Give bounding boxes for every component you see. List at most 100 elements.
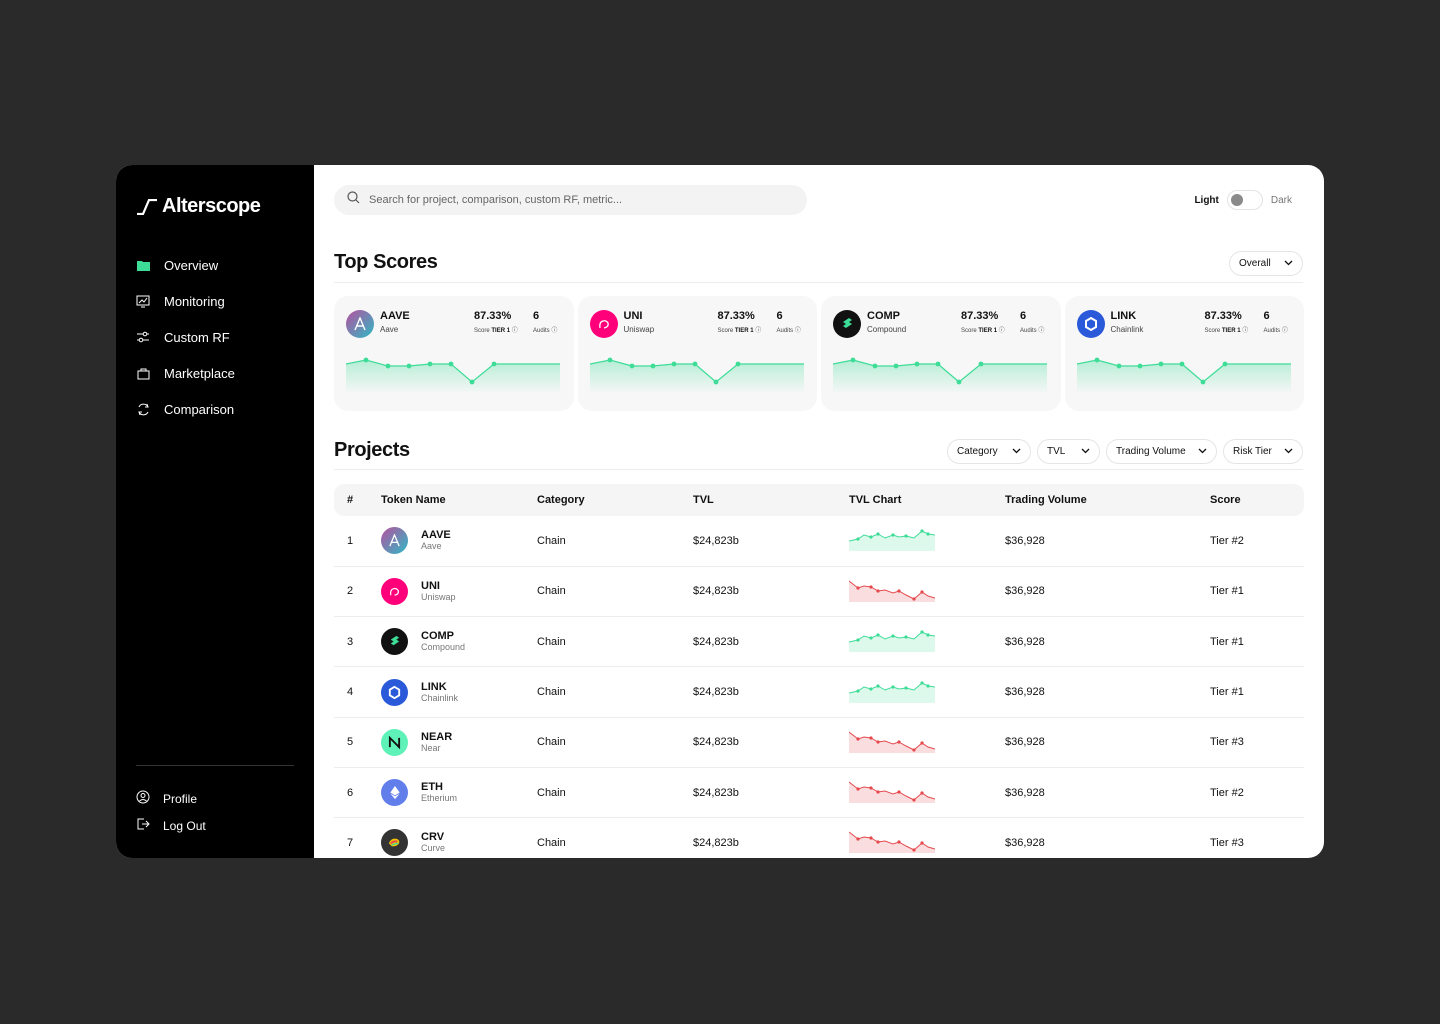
column-header-score[interactable]: Score xyxy=(1210,484,1304,516)
row-category: Chain xyxy=(537,717,693,768)
sidebar-item-label: Custom RF xyxy=(164,329,230,345)
search-icon xyxy=(347,191,360,209)
aave-icon xyxy=(346,310,374,338)
card-symbol: LINK xyxy=(1110,310,1137,322)
score-sparkline xyxy=(589,357,804,394)
column-header-tvl[interactable]: TVL xyxy=(693,484,849,516)
table-row[interactable]: 3 COMP Compound Chain $24,823b $36,928 Ti… xyxy=(334,616,1304,668)
tvl-sparkline-down xyxy=(848,832,936,854)
table-row[interactable]: 6 ETH Etherium Chain $24,823b $36,928 Tie… xyxy=(334,767,1304,819)
overall-dropdown[interactable]: Overall xyxy=(1229,251,1303,276)
column-header-category[interactable]: Category xyxy=(537,484,693,516)
dropdown-label: TVL xyxy=(1047,446,1066,457)
table-row[interactable]: 7 CRV Curve Chain $24,823b $36,928 Tier #… xyxy=(334,817,1304,858)
user-icon xyxy=(136,790,150,807)
sidebar-nav: Overview Monitoring Custom RF Marketplac… xyxy=(136,247,296,427)
tvl-sparkline-down xyxy=(848,781,936,804)
sidebar-item-marketplace[interactable]: Marketplace xyxy=(136,355,296,391)
column-header-rank[interactable]: # xyxy=(334,484,381,516)
row-score: Tier #1 xyxy=(1210,666,1304,718)
comp-icon xyxy=(381,628,408,656)
row-score: Tier #2 xyxy=(1210,767,1304,819)
crv-icon xyxy=(381,829,408,857)
score-sparkline xyxy=(833,357,1047,394)
filter-risk-tier[interactable]: Risk Tier xyxy=(1223,439,1303,464)
token-symbol: AAVE xyxy=(421,529,451,542)
sidebar-item-comparison[interactable]: Comparison xyxy=(136,391,296,427)
column-header-token-name[interactable]: Token Name xyxy=(381,484,537,516)
score-card[interactable]: LINK Chainlink 87.33% Score TIER 1 ⓘ 6 A… xyxy=(1064,296,1304,411)
row-score: Tier #1 xyxy=(1210,566,1304,618)
score-card[interactable]: AAVE Aave 87.33% Score TIER 1 ⓘ 6 Audits… xyxy=(334,296,574,411)
section-divider xyxy=(334,469,1303,470)
score-sparkline xyxy=(346,357,560,394)
row-score: Tier #2 xyxy=(1210,516,1304,567)
chevron-down-icon xyxy=(1284,258,1293,269)
sidebar-item-monitoring[interactable]: Monitoring xyxy=(136,283,296,319)
table-row[interactable]: 5 NEAR Near Chain $24,823b $36,928 Tier #… xyxy=(334,717,1304,768)
table-row[interactable]: 4 LINK Chainlink Chain $24,823b $36,928 T… xyxy=(334,666,1304,718)
brand-logo[interactable]: Alterscope xyxy=(136,195,261,218)
card-audits-label: Audits ⓘ xyxy=(1020,328,1045,334)
section-divider xyxy=(334,282,1303,283)
tvl-sparkline-down xyxy=(848,580,936,602)
score-sparkline xyxy=(1076,357,1291,394)
card-symbol: COMP xyxy=(867,310,900,322)
row-rank: 5 xyxy=(334,717,381,768)
row-rank: 6 xyxy=(334,767,381,819)
sidebar-item-label: Profile xyxy=(163,791,198,806)
row-tvl: $24,823b xyxy=(693,666,849,718)
column-header-trading-volume[interactable]: Trading Volume xyxy=(1005,484,1210,516)
sidebar-item-profile[interactable]: Profile xyxy=(136,785,206,812)
sidebar-item-logout[interactable]: Log Out xyxy=(136,812,206,839)
search-bar[interactable] xyxy=(334,185,807,215)
card-audits-label: Audits ⓘ xyxy=(1263,328,1288,334)
token-name-cell: CRV Curve xyxy=(381,829,537,857)
token-name: Near xyxy=(421,742,441,753)
tvl-sparkline-up xyxy=(848,529,936,552)
sidebar-bottom-nav: Profile Log Out xyxy=(136,785,206,839)
card-audits: 6 xyxy=(1020,310,1027,322)
row-volume: $36,928 xyxy=(1005,616,1210,668)
table-row[interactable]: 1 AAVE Aave Chain $24,823b $36,928 Tier #… xyxy=(334,516,1304,567)
token-name-cell: AAVE Aave xyxy=(381,527,537,555)
theme-toggle[interactable] xyxy=(1226,190,1263,210)
top-scores-title: Top Scores xyxy=(334,251,438,273)
theme-switcher: Light Dark xyxy=(1194,190,1292,210)
score-card[interactable]: UNI Uniswap 87.33% Score TIER 1 ⓘ 6 Audi… xyxy=(577,296,817,411)
token-name-cell: UNI Uniswap xyxy=(381,577,537,605)
folder-icon xyxy=(136,258,150,272)
score-card[interactable]: COMP Compound 87.33% Score TIER 1 ⓘ 6 Au… xyxy=(821,296,1061,411)
card-score: 87.33% xyxy=(717,310,755,322)
sidebar-item-custom-rf[interactable]: Custom RF xyxy=(136,319,296,355)
search-input[interactable] xyxy=(369,194,769,206)
tvl-sparkline-down xyxy=(848,731,936,753)
link-icon xyxy=(1076,310,1105,338)
filter-trading-volume[interactable]: Trading Volume xyxy=(1106,439,1217,464)
row-rank: 4 xyxy=(334,666,381,718)
uni-icon xyxy=(589,310,618,338)
dropdown-label: Trading Volume xyxy=(1116,446,1186,457)
row-category: Chain xyxy=(537,666,693,718)
filter-tvl[interactable]: TVL xyxy=(1037,439,1100,464)
row-category: Chain xyxy=(537,516,693,567)
bag-icon xyxy=(136,366,150,380)
filter-category[interactable]: Category xyxy=(947,439,1031,464)
card-symbol: UNI xyxy=(623,310,643,322)
link-icon xyxy=(381,678,408,706)
theme-light-label: Light xyxy=(1194,194,1219,206)
column-header-tvl-chart[interactable]: TVL Chart xyxy=(849,484,1005,516)
row-tvl: $24,823b xyxy=(693,516,849,567)
sliders-icon xyxy=(136,330,150,344)
token-name: Curve xyxy=(421,843,446,854)
comp-icon xyxy=(833,310,861,338)
sidebar-item-overview[interactable]: Overview xyxy=(136,247,296,283)
card-audits: 6 xyxy=(533,310,540,322)
token-name: Compound xyxy=(421,642,466,653)
chevron-down-icon xyxy=(1081,446,1090,457)
row-volume: $36,928 xyxy=(1005,666,1210,718)
token-name-cell: NEAR Near xyxy=(381,728,537,756)
card-score: 87.33% xyxy=(1204,310,1242,322)
card-score-label: Score TIER 1 ⓘ xyxy=(717,328,762,334)
table-row[interactable]: 2 UNI Uniswap Chain $24,823b $36,928 Tier… xyxy=(334,566,1304,618)
